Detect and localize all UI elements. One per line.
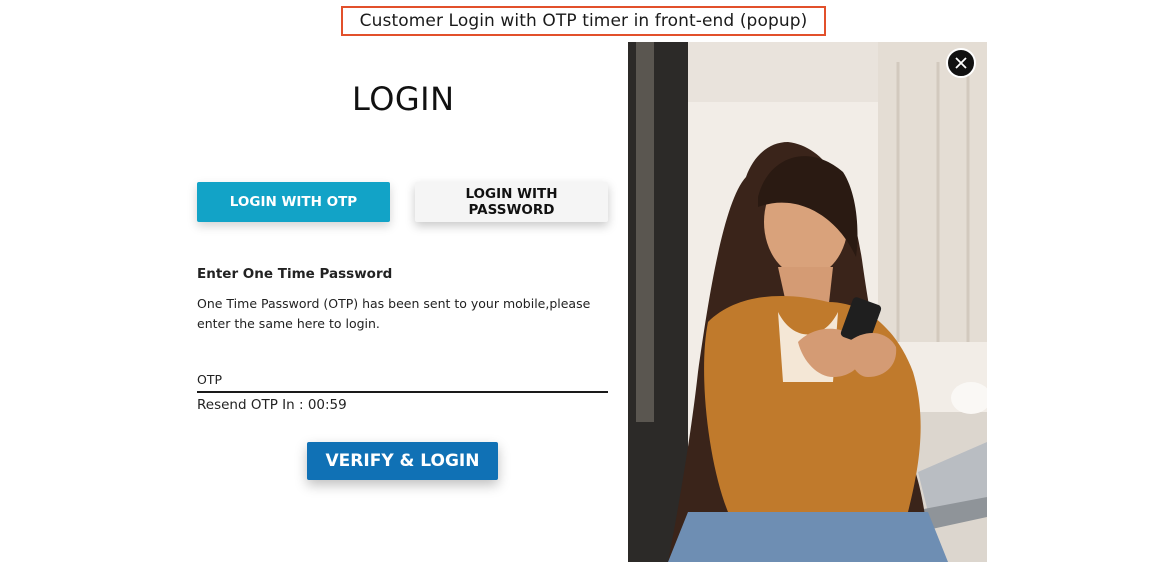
close-icon <box>955 57 967 69</box>
login-title: LOGIN <box>352 80 455 118</box>
resend-otp-label: Resend OTP In : <box>197 397 308 413</box>
verify-login-button[interactable]: VERIFY & LOGIN <box>307 442 498 480</box>
otp-section-description: One Time Password (OTP) has been sent to… <box>197 296 591 331</box>
otp-section-heading: Enter One Time Password <box>197 266 393 282</box>
login-with-password-tab[interactable]: LOGIN WITH PASSWORD <box>415 182 608 222</box>
resend-otp-text: Resend OTP In : 00:59 <box>197 397 347 413</box>
resend-otp-timer: 00:59 <box>307 397 347 413</box>
photo-woman-using-phone <box>628 42 987 562</box>
close-button[interactable] <box>946 48 976 78</box>
otp-input[interactable] <box>197 368 608 393</box>
page-caption: Customer Login with OTP timer in front-e… <box>341 6 826 36</box>
login-with-otp-tab[interactable]: LOGIN WITH OTP <box>197 182 390 222</box>
